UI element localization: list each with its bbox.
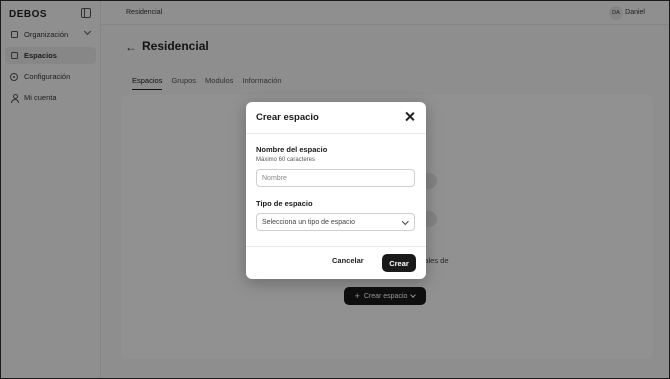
space-name-hint: Máximo 60 caracteres <box>256 157 316 163</box>
dialog-header: Crear espacio <box>246 102 426 134</box>
app-frame: DEBOS Organización Espacios Configuració… <box>0 0 670 379</box>
dialog-footer: Cancelar Crear <box>246 246 426 279</box>
chevron-down-icon <box>401 218 408 225</box>
space-name-input[interactable] <box>256 169 415 187</box>
space-type-select[interactable]: Selecciona un tipo de espacio <box>256 213 415 231</box>
space-type-value: Selecciona un tipo de espacio <box>262 218 356 226</box>
submit-create-button[interactable]: Crear <box>382 254 416 272</box>
create-space-dialog: Crear espacio Nombre del espacio Máximo … <box>246 102 426 279</box>
space-name-label: Nombre del espacio <box>256 145 328 154</box>
cancel-button[interactable]: Cancelar <box>332 256 364 265</box>
close-icon[interactable] <box>405 112 415 122</box>
space-type-label: Tipo de espacio <box>256 199 313 208</box>
dialog-title: Crear espacio <box>256 112 319 123</box>
